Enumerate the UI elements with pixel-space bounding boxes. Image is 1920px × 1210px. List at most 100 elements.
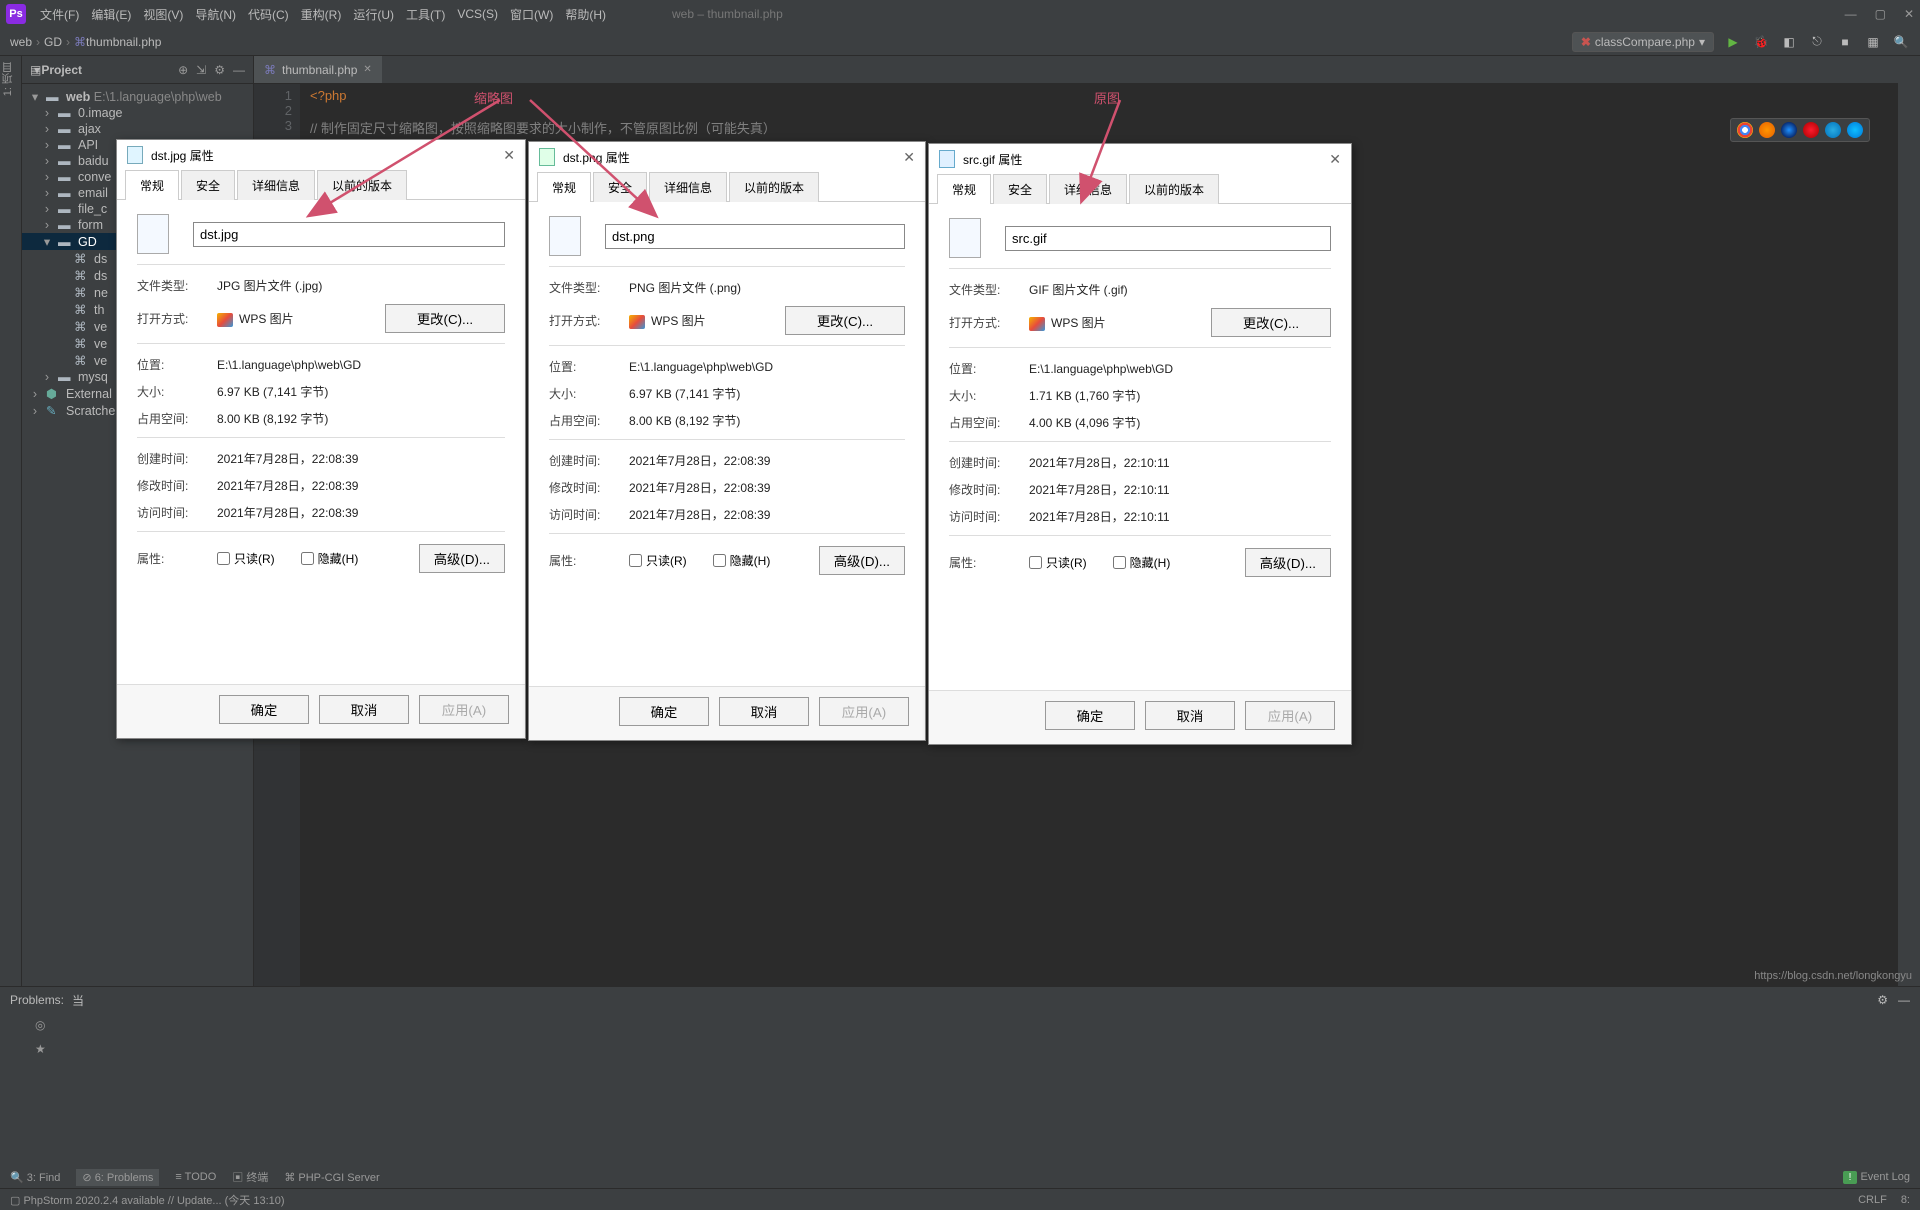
- advanced-button[interactable]: 高级(D)...: [819, 546, 905, 575]
- cancel-button[interactable]: 取消: [319, 695, 409, 724]
- tab-previous[interactable]: 以前的版本: [729, 172, 819, 202]
- change-button[interactable]: 更改(C)...: [785, 306, 905, 335]
- hidden-checkbox[interactable]: 隐藏(H): [1113, 554, 1171, 571]
- menu-help[interactable]: 帮助(H): [559, 6, 612, 23]
- run-config-select[interactable]: ✖ classCompare.php ▾: [1572, 32, 1714, 52]
- apply-button[interactable]: 应用(A): [419, 695, 509, 724]
- update-notice[interactable]: ▢ PhpStorm 2020.2.4 available // Update.…: [10, 1192, 285, 1208]
- tab-details[interactable]: 详细信息: [1049, 174, 1127, 204]
- folder-icon: ▬: [58, 106, 74, 120]
- close-tab-icon[interactable]: ✕: [363, 64, 371, 75]
- search-icon[interactable]: 🔍: [1892, 33, 1910, 51]
- minimize-icon[interactable]: —: [1845, 7, 1857, 21]
- dialog-titlebar[interactable]: dst.jpg 属性 ✕: [117, 140, 525, 170]
- terminal-tab[interactable]: ▣ 终端: [232, 1169, 268, 1185]
- change-button[interactable]: 更改(C)...: [1211, 308, 1331, 337]
- menu-tools[interactable]: 工具(T): [400, 6, 451, 23]
- ok-button[interactable]: 确定: [1045, 701, 1135, 730]
- opera-icon[interactable]: [1803, 122, 1819, 138]
- tab-general[interactable]: 常规: [937, 174, 991, 204]
- tab-previous[interactable]: 以前的版本: [317, 170, 407, 200]
- gear-icon[interactable]: ⚙: [1877, 993, 1888, 1007]
- hidden-checkbox[interactable]: 隐藏(H): [713, 552, 771, 569]
- find-tab[interactable]: 🔍 3: Find: [10, 1171, 60, 1184]
- tab-details[interactable]: 详细信息: [649, 172, 727, 202]
- event-log-button[interactable]: ! Event Log: [1843, 1171, 1910, 1183]
- menu-view[interactable]: 视图(V): [137, 6, 189, 23]
- dialog-title: dst.jpg 属性: [151, 147, 214, 164]
- menu-vcs[interactable]: VCS(S): [451, 7, 504, 21]
- locate-icon[interactable]: ⊕: [178, 63, 188, 77]
- close-icon[interactable]: ✕: [1904, 7, 1914, 21]
- cancel-button[interactable]: 取消: [1145, 701, 1235, 730]
- close-icon[interactable]: ✕: [1329, 151, 1341, 168]
- readonly-checkbox[interactable]: 只读(R): [629, 552, 687, 569]
- phpcgi-tab[interactable]: ⌘ PHP-CGI Server: [284, 1171, 379, 1184]
- dialog-titlebar[interactable]: src.gif 属性 ✕: [929, 144, 1351, 174]
- menu-run[interactable]: 运行(U): [347, 6, 400, 23]
- firefox-icon[interactable]: [1759, 122, 1775, 138]
- menu-code[interactable]: 代码(C): [242, 6, 295, 23]
- readonly-checkbox[interactable]: 只读(R): [217, 550, 275, 567]
- ok-button[interactable]: 确定: [219, 695, 309, 724]
- advanced-button[interactable]: 高级(D)...: [419, 544, 505, 573]
- tab-general[interactable]: 常规: [125, 170, 179, 200]
- cancel-button[interactable]: 取消: [719, 697, 809, 726]
- apply-button[interactable]: 应用(A): [1245, 701, 1335, 730]
- ok-button[interactable]: 确定: [619, 697, 709, 726]
- editor-tab[interactable]: ⌘ thumbnail.php ✕: [254, 56, 382, 83]
- folder-icon: ▬: [58, 370, 74, 384]
- file-type-icon: [539, 148, 555, 166]
- tab-previous[interactable]: 以前的版本: [1129, 174, 1219, 204]
- advanced-button[interactable]: 高级(D)...: [1245, 548, 1331, 577]
- tab-general[interactable]: 常规: [537, 172, 591, 202]
- problems-tab[interactable]: ⊘ 6: Problems: [76, 1169, 159, 1186]
- label-modified: 修改时间:: [949, 481, 1029, 498]
- breadcrumb-folder[interactable]: GD: [44, 35, 62, 49]
- ie-icon[interactable]: [1825, 122, 1841, 138]
- hide-icon[interactable]: —: [1898, 993, 1910, 1007]
- menu-edit[interactable]: 编辑(E): [85, 6, 137, 23]
- menu-refactor[interactable]: 重构(R): [295, 6, 348, 23]
- debug-icon[interactable]: 🐞: [1752, 33, 1770, 51]
- filename-input[interactable]: [1005, 226, 1331, 251]
- hide-icon[interactable]: —: [233, 63, 245, 77]
- dialog-title: dst.png 属性: [563, 149, 630, 166]
- chrome-icon[interactable]: [1737, 122, 1753, 138]
- tab-security[interactable]: 安全: [181, 170, 235, 200]
- tab-security[interactable]: 安全: [593, 172, 647, 202]
- readonly-checkbox[interactable]: 只读(R): [1029, 554, 1087, 571]
- gear-icon[interactable]: ⚙: [214, 63, 225, 77]
- hidden-checkbox[interactable]: 隐藏(H): [301, 550, 359, 567]
- tab-security[interactable]: 安全: [993, 174, 1047, 204]
- menu-nav[interactable]: 导航(N): [189, 6, 242, 23]
- dialog-tabs: 常规 安全 详细信息 以前的版本: [529, 172, 925, 202]
- coverage-icon[interactable]: ◧: [1780, 33, 1798, 51]
- filename-input[interactable]: [605, 224, 905, 249]
- star-icon[interactable]: ★: [35, 1042, 46, 1056]
- profile-icon[interactable]: ⎋: [1808, 33, 1826, 51]
- stop-icon[interactable]: ■: [1836, 33, 1854, 51]
- edge-icon[interactable]: [1847, 122, 1863, 138]
- layout-icon[interactable]: ▦: [1864, 33, 1882, 51]
- folder-icon: ▬: [58, 122, 74, 136]
- breadcrumb-file[interactable]: thumbnail.php: [86, 35, 161, 49]
- project-tool-tab[interactable]: 1: 项目: [0, 62, 16, 96]
- filename-input[interactable]: [193, 222, 505, 247]
- menu-file[interactable]: 文件(F): [34, 6, 85, 23]
- change-button[interactable]: 更改(C)...: [385, 304, 505, 333]
- menu-window[interactable]: 窗口(W): [504, 6, 559, 23]
- tab-details[interactable]: 详细信息: [237, 170, 315, 200]
- todo-tab[interactable]: ≡ TODO: [175, 1171, 216, 1183]
- dialog-titlebar[interactable]: dst.png 属性 ✕: [529, 142, 925, 172]
- label-location: 位置:: [949, 360, 1029, 377]
- breadcrumb-root[interactable]: web: [10, 35, 32, 49]
- close-icon[interactable]: ✕: [503, 147, 515, 164]
- apply-button[interactable]: 应用(A): [819, 697, 909, 726]
- close-icon[interactable]: ✕: [903, 149, 915, 166]
- run-icon[interactable]: ▶: [1724, 33, 1742, 51]
- expand-icon[interactable]: ⇲: [196, 63, 206, 77]
- status-crlf[interactable]: CRLF: [1858, 1194, 1887, 1206]
- safari-icon[interactable]: [1781, 122, 1797, 138]
- maximize-icon[interactable]: ▢: [1875, 7, 1886, 21]
